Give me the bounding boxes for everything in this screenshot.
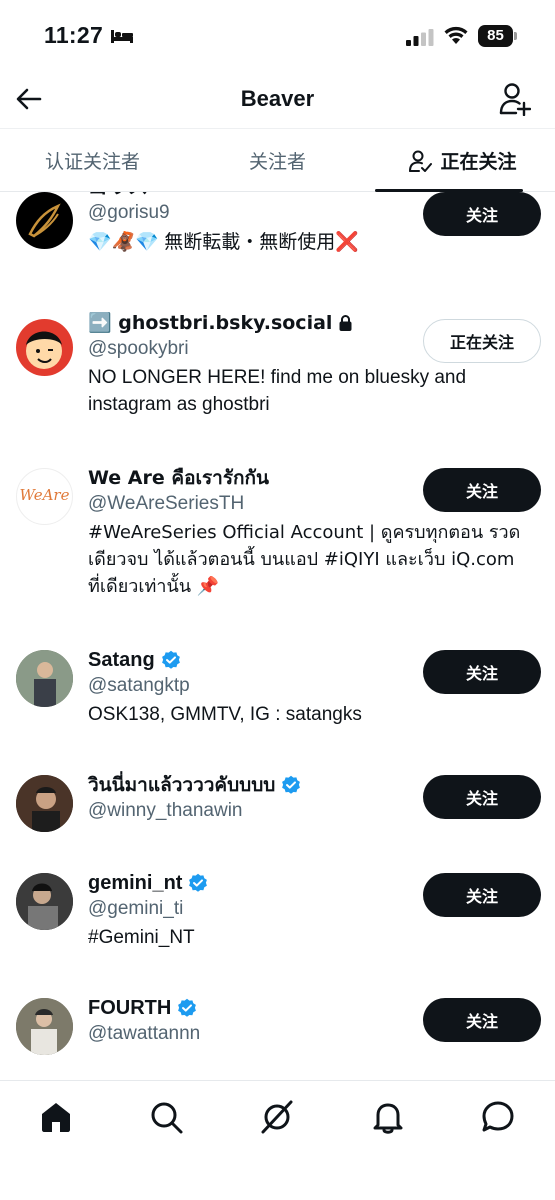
user-bio: NO LONGER HERE! find me on bluesky and i… — [88, 367, 467, 415]
battery-level: 85 — [478, 25, 513, 47]
user-info: ➡️ ghostbri.bsky.social @spookybri — [88, 310, 418, 362]
user-display-name: FOURTH — [88, 997, 172, 1019]
user-display-name-row: Satang — [88, 647, 418, 673]
bottom-navigation — [0, 1080, 555, 1200]
search-icon[interactable] — [148, 1099, 184, 1135]
avatar-image — [26, 331, 62, 369]
user-display-name-row: วินนี่มาแล้ววววคับบบบ — [88, 772, 418, 798]
user-bio: #WeAreSeries Official Account | ดูครบทุก… — [88, 522, 521, 597]
user-display-name: We Are คือเรารักกัน — [88, 467, 270, 489]
top-bar: Beaver — [0, 72, 555, 128]
user-row-spookybri[interactable]: ➡️ ghostbri.bsky.social @spookybri NO LO… — [0, 310, 555, 440]
user-display-name: ゴリス — [88, 192, 418, 200]
follow-button[interactable]: 关注 — [423, 775, 541, 819]
add-user-icon[interactable] — [499, 82, 531, 116]
follow-button[interactable]: 关注 — [423, 998, 541, 1042]
user-display-name: วินนี่มาแล้ววววคับบบบ — [88, 774, 276, 796]
verified-badge-icon — [282, 775, 301, 794]
user-info: Satang @satangktp — [88, 647, 418, 699]
bio-text: 無断転載・無断使用❌ — [164, 231, 359, 253]
user-display-name-row: FOURTH — [88, 995, 418, 1021]
user-display-name: ➡️ ghostbri.bsky.social — [88, 312, 333, 334]
cellular-signal-icon — [406, 29, 434, 46]
tab-bar: 认证关注者 关注者 正在关注 — [0, 128, 555, 192]
user-display-name: Satang — [88, 649, 155, 671]
avatar-image — [16, 873, 73, 930]
user-handle: @spookybri — [88, 338, 189, 359]
user-row-tawattannn[interactable]: FOURTH @tawattannn 关注 — [0, 995, 555, 1070]
user-handle: @gorisu9 — [88, 202, 170, 223]
tab-label: 认证关注者 — [44, 152, 140, 173]
user-row-gemini-ti[interactable]: gemini_nt @gemini_ti #Gemini_NT 关注 — [0, 870, 555, 970]
user-display-name: gemini_nt — [88, 872, 183, 894]
follow-button[interactable]: 关注 — [423, 468, 541, 512]
follow-button[interactable]: 关注 — [423, 873, 541, 917]
lock-icon — [339, 315, 352, 331]
avatar[interactable] — [16, 319, 73, 376]
grok-icon[interactable] — [259, 1099, 295, 1135]
user-display-name-row: gemini_nt — [88, 870, 418, 896]
avatar-image — [16, 998, 73, 1055]
user-handle: @gemini_ti — [88, 898, 184, 919]
user-info: We Are คือเรารักกัน @WeAreSeriesTH — [88, 465, 418, 517]
avatar[interactable] — [16, 998, 73, 1055]
avatar-image — [16, 650, 73, 707]
battery-cap — [514, 32, 517, 40]
user-row-gorisu9[interactable]: ゴリス @gorisu9 💎🦧💎 無断転載・無断使用❌ 关注 — [0, 192, 555, 284]
page-title: Beaver — [240, 86, 315, 111]
person-check-icon — [409, 150, 433, 172]
user-row-winny-thanawin[interactable]: วินนี่มาแล้ววววคับบบบ @winny_thanawin 关注 — [0, 772, 555, 847]
user-info: FOURTH @tawattannn — [88, 995, 418, 1047]
status-bar: 11:27 85 — [0, 0, 555, 72]
user-bio: OSK138, GMMTV, IG : satangks — [88, 704, 362, 725]
message-icon[interactable] — [480, 1099, 516, 1135]
user-display-name-row: ➡️ ghostbri.bsky.social — [88, 310, 418, 336]
tab-verified-followers[interactable]: 认证关注者 — [0, 129, 185, 192]
user-row-wearesseriesth[interactable]: WeAre We Are คือเรารักกัน @WeAreSeriesTH… — [0, 465, 555, 625]
verified-badge-icon — [189, 873, 208, 892]
avatar-logo-text: WeAre — [19, 486, 70, 504]
sleep-focus-icon — [111, 30, 133, 43]
verified-badge-icon — [161, 650, 180, 669]
tab-label: 正在关注 — [440, 152, 517, 173]
verified-badge-icon — [178, 998, 197, 1017]
user-info: ゴリス @gorisu9 — [88, 192, 418, 226]
avatar[interactable] — [16, 650, 73, 707]
user-handle: @satangktp — [88, 675, 190, 696]
bio-emojis: 💎🦧💎 — [88, 231, 159, 253]
user-info: วินนี่มาแล้ววววคับบบบ @winny_thanawin — [88, 772, 418, 824]
battery-indicator: 85 — [478, 25, 518, 47]
user-handle: @tawattannn — [88, 1023, 201, 1044]
home-icon[interactable] — [38, 1099, 74, 1135]
avatar[interactable] — [16, 873, 73, 930]
bell-icon[interactable] — [370, 1099, 406, 1135]
follow-button[interactable]: 关注 — [423, 650, 541, 694]
user-row-satangktp[interactable]: Satang @satangktp OSK138, GMMTV, IG : sa… — [0, 647, 555, 747]
following-list: ゴリス @gorisu9 💎🦧💎 無断転載・無断使用❌ 关注 ➡️ ghostb… — [0, 192, 555, 1080]
tab-followers[interactable]: 关注者 — [185, 129, 370, 192]
user-handle: @winny_thanawin — [88, 800, 243, 821]
avatar[interactable] — [16, 775, 73, 832]
user-handle: @WeAreSeriesTH — [88, 493, 245, 514]
avatar-image — [28, 203, 61, 238]
status-time: 11:27 — [44, 22, 104, 48]
tab-label: 关注者 — [248, 152, 306, 173]
avatar[interactable]: WeAre — [16, 468, 73, 525]
following-button[interactable]: 正在关注 — [423, 319, 541, 363]
user-bio: #Gemini_NT — [88, 927, 195, 948]
avatar[interactable] — [16, 192, 73, 249]
wifi-icon — [444, 26, 468, 44]
tab-following[interactable]: 正在关注 — [370, 129, 555, 192]
follow-button[interactable]: 关注 — [423, 192, 541, 236]
avatar-image — [16, 775, 73, 832]
user-info: gemini_nt @gemini_ti — [88, 870, 418, 922]
